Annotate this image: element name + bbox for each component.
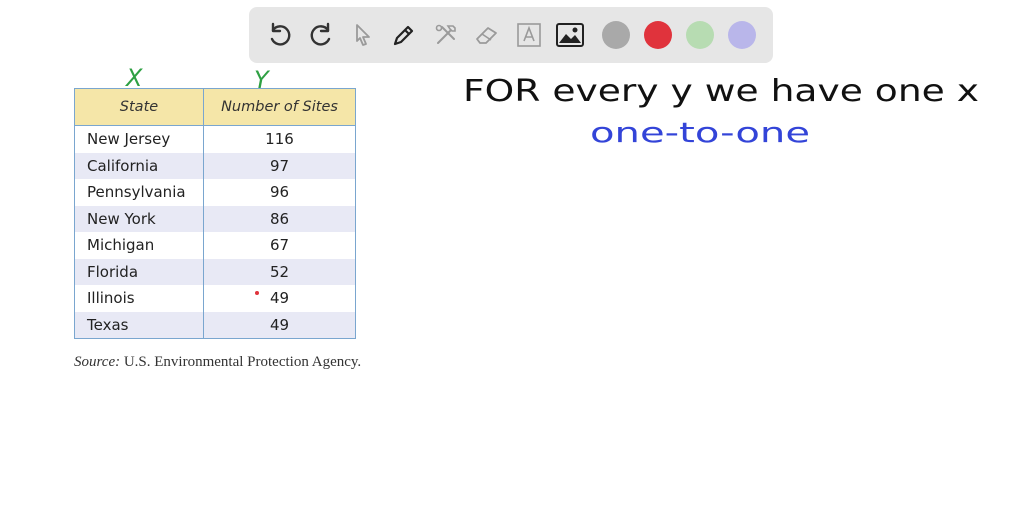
handwritten-x-label: X (124, 64, 143, 92)
handwriting-layer: X Y FOR every y we have one x one-to-one (124, 64, 979, 295)
handwritten-statement: FOR every y we have one x (463, 74, 979, 109)
handwritten-one-to-one: one-to-one (590, 116, 810, 149)
handwritten-y-label: Y (254, 66, 271, 94)
red-ink-dot (255, 291, 259, 295)
